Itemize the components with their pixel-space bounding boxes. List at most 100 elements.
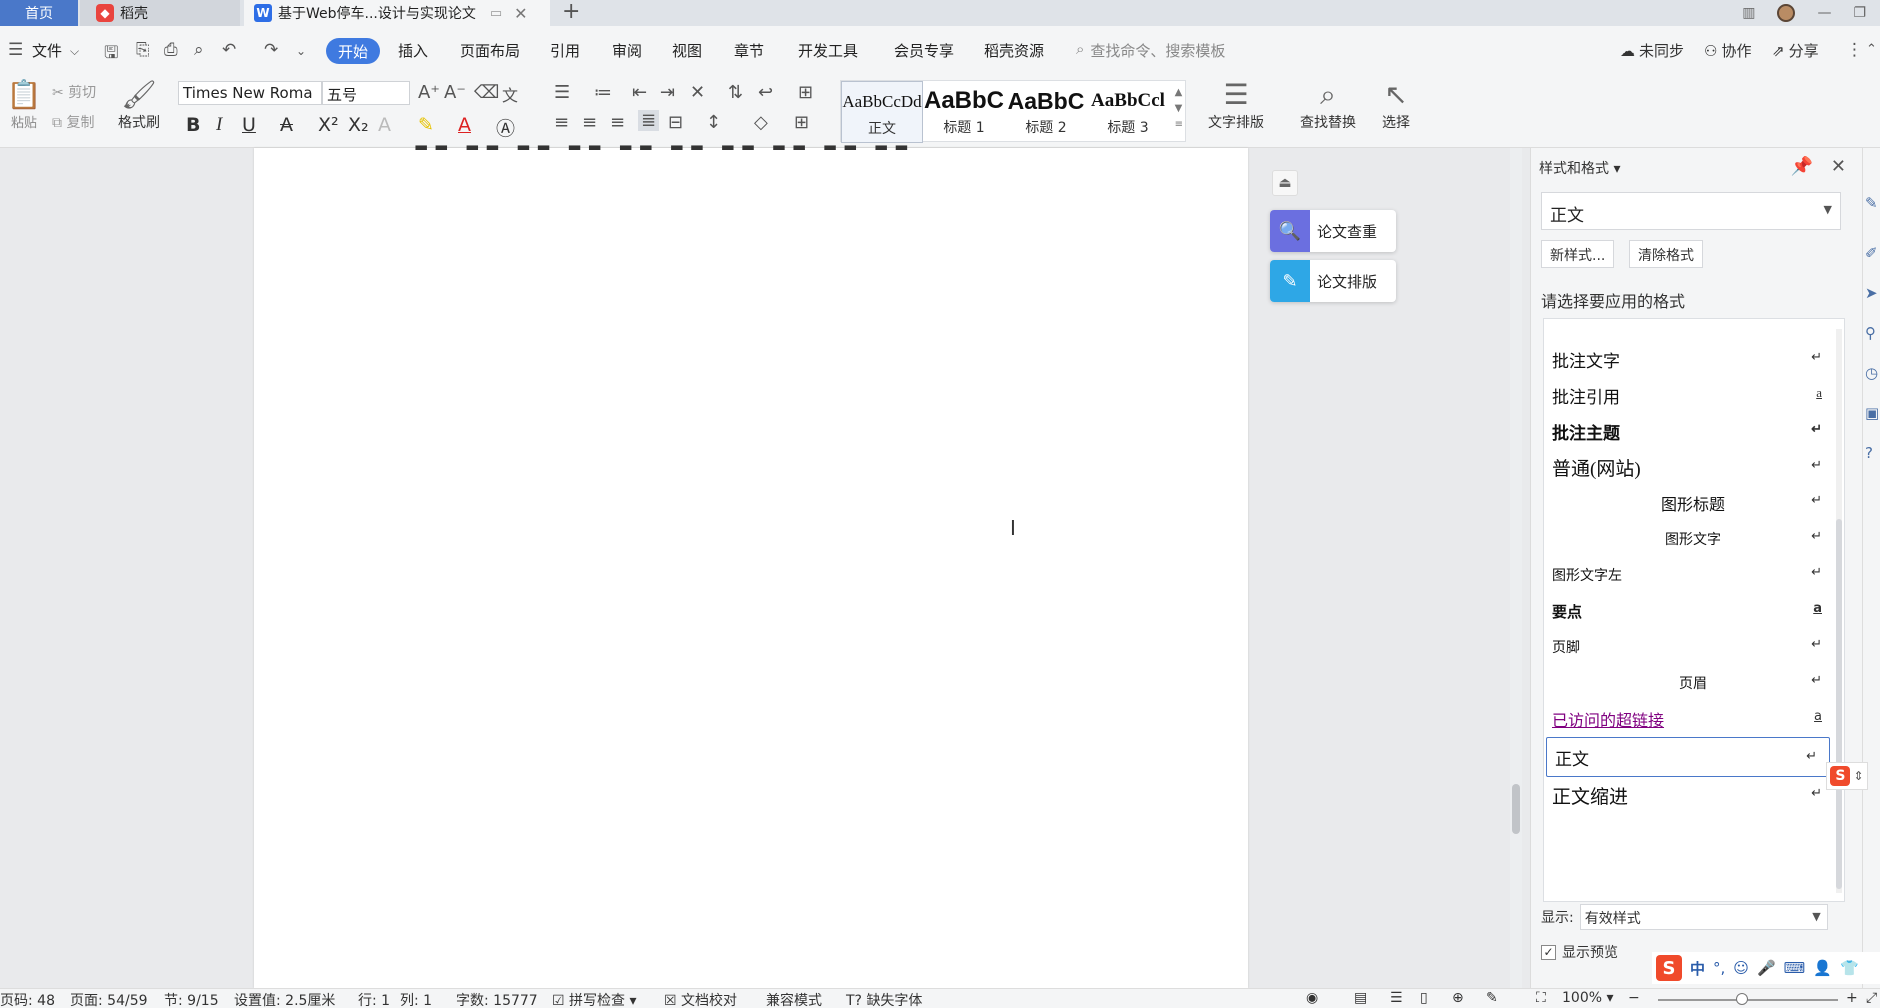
eye-protection-icon[interactable]: ◉ (1306, 990, 1318, 1006)
text-effect-icon[interactable]: A (378, 114, 391, 136)
zoom-level[interactable]: 100% ▾ (1562, 990, 1614, 1006)
style-normal[interactable]: AaBbCcDd 正文 (841, 81, 923, 143)
align-right-icon[interactable]: ≡ (610, 112, 625, 133)
tab-dake[interactable]: ◆ 稻壳 (80, 0, 240, 26)
list-item[interactable]: 批注引用 a (1544, 375, 1834, 415)
redo-icon[interactable]: ↷ (264, 40, 278, 60)
current-style-select[interactable]: 正文 ▼ (1541, 192, 1841, 230)
document-page[interactable]: ▬▬ ▬▬ ▬▬ ▬▬ ▬▬ ▬▬ ▬▬ ▬▬ ▬▬ ▬▬ I (254, 138, 1248, 988)
save-icon[interactable]: 🖫 (104, 40, 118, 69)
thesis-format-button[interactable]: ✎ 论文排版 (1270, 260, 1396, 302)
sogou-logo-icon[interactable]: S (1656, 955, 1682, 981)
write-mode-icon[interactable]: ✎ (1486, 990, 1498, 1006)
list-item[interactable]: 正文缩进 ↵ (1544, 775, 1834, 815)
select-arrow-icon[interactable]: ➤ (1865, 284, 1878, 302)
list-item[interactable]: 要点 a (1544, 591, 1834, 631)
italic-icon[interactable]: I (216, 114, 222, 136)
share-button[interactable]: ⇗ 分享 (1772, 40, 1819, 61)
decrease-indent-icon[interactable]: ⇤ (632, 82, 647, 103)
menu-insert[interactable]: 插入 (398, 40, 428, 61)
style-icon[interactable]: ✎ (1865, 194, 1878, 212)
tab-close-icon[interactable]: ✕ (514, 4, 527, 23)
zoom-slider[interactable] (1658, 999, 1838, 1001)
shrink-font-icon[interactable]: A⁻ (444, 82, 466, 103)
collapse-panel-icon[interactable]: ⏏ (1272, 170, 1298, 196)
document-area[interactable]: ▬▬ ▬▬ ▬▬ ▬▬ ▬▬ ▬▬ ▬▬ ▬▬ ▬▬ ▬▬ I ⏏ 🔍 论文查重… (0, 138, 1512, 988)
phonetic-guide-icon[interactable]: 文 (502, 82, 518, 106)
list-item[interactable]: 图形文字左 ↵ (1544, 555, 1834, 595)
tab-home[interactable]: 首页 (0, 0, 78, 26)
punctuation-icon[interactable]: °, (1713, 959, 1725, 977)
web-view-icon[interactable]: ⊕ (1452, 990, 1464, 1006)
menu-dake-resources[interactable]: 稻壳资源 (984, 40, 1044, 61)
doc-proof-button[interactable]: ☒ 文档校对 (664, 990, 737, 1008)
spell-check-toggle[interactable]: ☑ 拼写检查 ▾ (552, 990, 637, 1008)
show-select[interactable]: 有效样式 ▼ (1579, 904, 1828, 930)
sort-icon[interactable]: ⇅ (728, 82, 743, 103)
fullscreen-icon[interactable]: ⤢ (1866, 990, 1877, 1006)
ime-language[interactable]: 中 (1690, 958, 1705, 979)
bullet-list-icon[interactable]: ☰ (554, 82, 570, 103)
menu-review[interactable]: 审阅 (612, 40, 642, 61)
document-scrollbar[interactable] (1510, 148, 1522, 988)
strikethrough-icon[interactable]: A (280, 114, 293, 136)
scrollbar-thumb[interactable] (1836, 519, 1842, 889)
emoji-icon[interactable]: ☺ (1733, 959, 1749, 977)
avatar[interactable] (1777, 4, 1796, 22)
tab-document[interactable]: W 基于Web停车...设计与实现论文 ▭ ✕ (244, 0, 550, 26)
list-item[interactable]: 页脚 ↵ (1544, 627, 1834, 667)
quick-access-dropdown-icon[interactable]: ⌄ (296, 44, 306, 58)
sync-status[interactable]: ☁ 未同步 (1620, 40, 1684, 61)
menu-file[interactable]: 文件 (32, 40, 62, 61)
help-icon[interactable]: ? (1865, 444, 1873, 462)
image-icon[interactable]: ▣ (1865, 404, 1879, 422)
pen-icon[interactable]: ✐ (1865, 244, 1878, 262)
chinese-layout-icon[interactable]: ✕ (690, 82, 705, 103)
zoom-slider-handle[interactable] (1736, 993, 1748, 1005)
collaborate-button[interactable]: ⚇ 协作 (1704, 40, 1751, 61)
menu-references[interactable]: 引用 (550, 40, 580, 61)
new-tab-button[interactable]: + (562, 0, 580, 26)
pin-icon[interactable]: 📌 (1790, 156, 1812, 177)
zoom-in-icon[interactable]: + (1846, 990, 1858, 1006)
scrollbar-thumb[interactable] (1512, 784, 1520, 834)
pane-title[interactable]: 样式和格式 ▾ (1539, 158, 1620, 178)
grow-font-icon[interactable]: A⁺ (418, 82, 440, 103)
shading-icon[interactable]: ◇ (754, 112, 768, 133)
paste-button[interactable]: 📋 粘贴 (4, 78, 44, 131)
distribute-icon[interactable]: ⊟ (668, 112, 683, 133)
copy-button[interactable]: ⧉ 复制 (52, 112, 94, 132)
list-item[interactable]: 图形文字 ↵ (1544, 519, 1834, 559)
underline-icon[interactable]: U (242, 114, 256, 136)
status-word-count[interactable]: 字数: 15777 (456, 990, 538, 1008)
superscript-icon[interactable]: X² (318, 114, 339, 136)
select-button[interactable]: ↖ 选择 (1370, 78, 1422, 132)
clear-format-button[interactable]: 清除格式 (1629, 240, 1703, 268)
line-spacing-icon[interactable]: ↕ (706, 112, 721, 133)
font-color-icon[interactable]: A (458, 114, 471, 136)
text-layout-button[interactable]: ☰ 文字排版 (1200, 78, 1272, 132)
print-icon[interactable]: ⎙ (164, 40, 178, 60)
menu-chapter[interactable]: 章节 (734, 40, 764, 61)
microphone-icon[interactable]: 🎤 (1757, 959, 1776, 977)
font-name-select[interactable]: Times New Roma (178, 81, 322, 105)
outline-view-icon[interactable]: ☰ (1390, 990, 1403, 1006)
list-item[interactable]: 页眉 ↵ (1544, 663, 1834, 703)
menu-developer[interactable]: 开发工具 (798, 40, 858, 61)
print-preview-icon[interactable]: ⌕ (194, 40, 204, 60)
list-item[interactable]: 批注主题 ↵ (1544, 411, 1834, 451)
close-icon[interactable]: ✕ (1831, 156, 1846, 177)
borders-icon[interactable]: ⊞ (794, 112, 809, 133)
justify-icon[interactable]: ≣ (638, 110, 660, 131)
undo-icon[interactable]: ↶ (222, 40, 236, 60)
more-icon[interactable]: ⋮ (1846, 40, 1863, 60)
list-item[interactable]: 批注文字 ↵ (1544, 339, 1834, 379)
numbered-list-icon[interactable]: ≔ (594, 82, 612, 103)
style-heading-1[interactable]: AaBbC 标题 1 (923, 81, 1005, 143)
table-tools-icon[interactable]: ⊞ (798, 82, 813, 103)
menu-member[interactable]: 会员专享 (894, 40, 954, 61)
list-item[interactable]: 普通(网站) ↵ (1544, 447, 1834, 487)
page-view-icon[interactable]: ▤ (1354, 990, 1367, 1006)
ime-floating-toggle[interactable]: S ⇕ (1826, 762, 1868, 790)
preview-checkbox[interactable]: ✓ (1541, 944, 1556, 960)
